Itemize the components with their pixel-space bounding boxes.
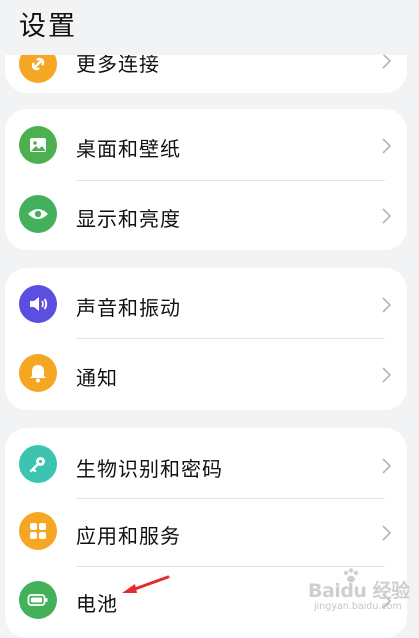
settings-item-label: 声音和振动	[76, 296, 181, 320]
settings-item-label: 桌面和壁纸	[76, 137, 181, 161]
watermark-suffix: 经验	[372, 580, 411, 602]
eye-icon	[19, 195, 57, 233]
chevron-right-icon	[382, 458, 391, 474]
page-title: 设置	[19, 11, 77, 42]
paw-icon	[343, 568, 359, 583]
chevron-right-icon	[382, 138, 391, 154]
settings-item-label: 电池	[76, 592, 118, 616]
settings-item-label: 应用和服务	[76, 524, 181, 548]
speaker-icon	[19, 285, 57, 323]
key-icon	[19, 445, 57, 483]
watermark-url: jingyan.baidu.com	[314, 601, 402, 612]
settings-item-notifications[interactable]: 通知	[5, 339, 407, 410]
battery-icon	[19, 581, 57, 619]
settings-item-apps-services[interactable]: 应用和服务	[5, 499, 407, 566]
settings-group-display: 桌面和壁纸 显示和亮度	[5, 109, 407, 250]
settings-item-label: 显示和亮度	[76, 207, 181, 231]
settings-item-display-brightness[interactable]: 显示和亮度	[5, 181, 407, 250]
chevron-right-icon	[382, 525, 391, 541]
settings-item-label: 通知	[76, 366, 118, 390]
chevron-right-icon	[382, 367, 391, 383]
settings-item-label: 生物识别和密码	[76, 457, 223, 481]
chevron-right-icon	[382, 297, 391, 313]
bell-icon	[19, 354, 57, 392]
chevron-right-icon	[382, 208, 391, 224]
settings-item-wallpaper[interactable]: 桌面和壁纸	[5, 109, 407, 181]
settings-group-sound-notifications: 声音和振动 通知	[5, 268, 407, 410]
wallpaper-icon	[19, 126, 57, 164]
settings-item-sound-vibration[interactable]: 声音和振动	[5, 268, 407, 338]
chevron-right-icon	[382, 53, 391, 69]
top-bar: 设置	[0, 0, 419, 55]
annotation-arrow-icon	[122, 575, 170, 593]
settings-item-biometrics-password[interactable]: 生物识别和密码	[5, 428, 407, 498]
watermark: Baidu 经验 jingyan.baidu.com	[300, 568, 415, 622]
apps-icon	[19, 512, 57, 550]
